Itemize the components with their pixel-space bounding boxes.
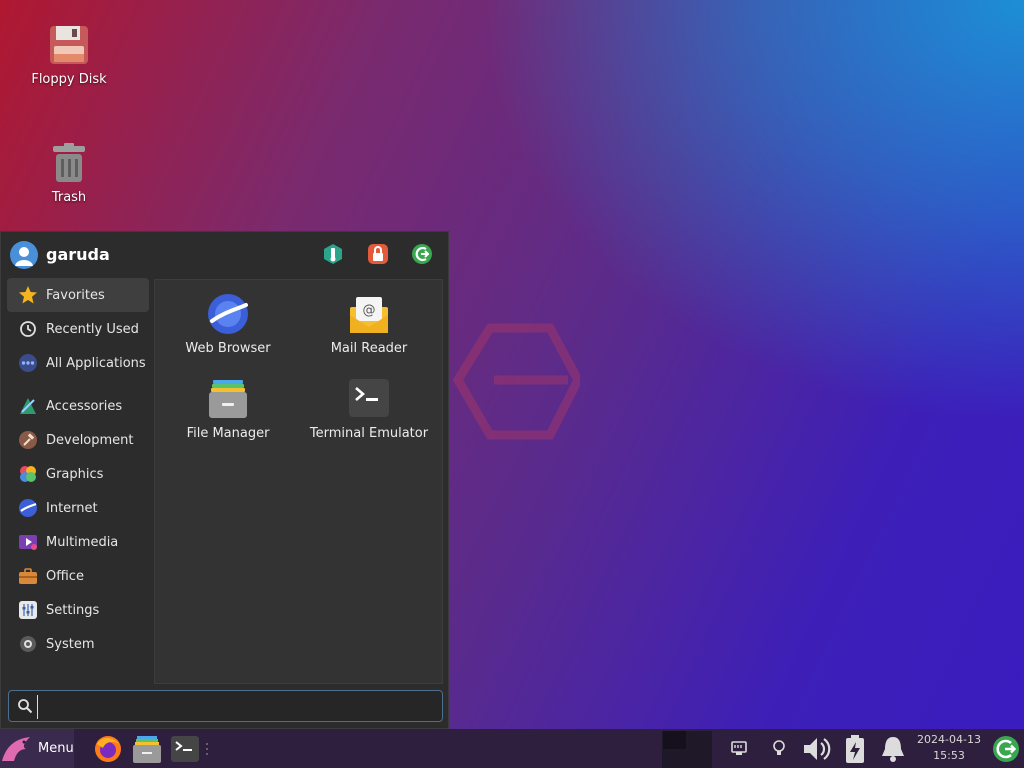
palette-icon: [20, 466, 36, 482]
category-list: Favorites Recently Used All Applications…: [7, 278, 149, 661]
app-web-browser[interactable]: Web Browser: [158, 293, 298, 356]
desktop-icon-label: Trash: [51, 190, 87, 205]
accessories-icon: [20, 398, 36, 414]
launcher-file-manager[interactable]: [132, 734, 162, 764]
battery-charging-icon[interactable]: [844, 734, 866, 764]
menu-label: Menu: [38, 741, 74, 756]
lock-screen-icon: [368, 244, 388, 264]
desktop-icon-floppy-disk[interactable]: Floppy Disk: [14, 24, 124, 87]
garuda-logo-watermark: [452, 323, 580, 440]
application-menu: garuda Favorites Recently Used All Appli…: [0, 231, 449, 729]
launcher-terminal[interactable]: [170, 734, 200, 764]
terminal-emulator-icon: [349, 379, 389, 417]
sliders-icon: [19, 601, 37, 619]
category-recently-used[interactable]: Recently Used: [7, 312, 149, 346]
firefox-icon: [95, 736, 121, 762]
notification-bell-icon[interactable]: [878, 734, 908, 764]
search-box: [8, 690, 443, 722]
category-multimedia[interactable]: Multimedia: [7, 525, 149, 559]
mail-reader-icon: @: [350, 297, 388, 333]
app-mail-reader[interactable]: @ Mail Reader: [299, 293, 439, 356]
workspace-switcher[interactable]: [662, 731, 712, 768]
dots-icon: [19, 354, 37, 372]
category-development[interactable]: Development: [7, 423, 149, 457]
app-file-manager[interactable]: File Manager: [158, 378, 298, 441]
user-name: garuda: [46, 245, 110, 264]
file-manager-icon: [133, 736, 161, 763]
desktop-icon-label: Floppy Disk: [31, 72, 107, 87]
taskbar-separator-handle: [206, 743, 208, 755]
clock[interactable]: 2024-04-13 15:53: [917, 732, 981, 764]
garuda-eagle-icon: [2, 736, 30, 761]
menu-header: garuda: [1, 232, 448, 278]
web-browser-icon: [208, 294, 248, 334]
category-settings[interactable]: Settings: [7, 593, 149, 627]
category-graphics[interactable]: Graphics: [7, 457, 149, 491]
floppy-disk-icon: [50, 26, 88, 64]
app-label: Web Browser: [185, 341, 271, 356]
category-all-applications[interactable]: All Applications: [7, 346, 149, 380]
network-icon[interactable]: [730, 739, 748, 757]
clock-icon: [20, 321, 36, 337]
terminal-icon: [171, 736, 199, 762]
svg-text:@: @: [363, 303, 376, 318]
user-icon: [15, 247, 33, 266]
category-favorites[interactable]: Favorites: [7, 278, 149, 312]
lightbulb-icon[interactable]: [771, 739, 787, 757]
category-internet[interactable]: Internet: [7, 491, 149, 525]
settings-manager-icon: [324, 244, 342, 264]
app-terminal-emulator[interactable]: Terminal Emulator: [299, 378, 439, 441]
trash-icon: [53, 143, 85, 182]
category-accessories[interactable]: Accessories: [7, 389, 149, 423]
globe-icon: [19, 499, 37, 517]
app-label: Terminal Emulator: [309, 426, 429, 441]
app-label: Mail Reader: [330, 341, 408, 356]
settings-manager-button[interactable]: [321, 242, 345, 266]
workspace-1[interactable]: [663, 731, 686, 749]
avatar: [10, 241, 38, 269]
log-out-button[interactable]: [410, 242, 434, 266]
briefcase-icon: [19, 568, 37, 584]
clock-time: 15:53: [933, 749, 965, 762]
log-out-icon[interactable]: [991, 734, 1021, 764]
app-label: File Manager: [186, 426, 270, 441]
star-icon: [19, 286, 37, 304]
lock-screen-button[interactable]: [366, 242, 390, 266]
taskbar: Menu 2024-04-13 15:53: [0, 729, 1024, 768]
gear-icon: [20, 636, 36, 652]
desktop-icon-trash[interactable]: Trash: [14, 142, 124, 205]
category-system[interactable]: System: [7, 627, 149, 661]
file-manager-icon: [209, 380, 247, 418]
clock-date: 2024-04-13: [917, 733, 981, 746]
volume-icon[interactable]: [801, 734, 833, 764]
menu-button[interactable]: Menu: [0, 729, 74, 768]
search-icon: [18, 699, 33, 714]
media-icon: [19, 535, 37, 550]
launcher-web-browser[interactable]: [93, 734, 123, 764]
hammer-icon: [19, 431, 37, 449]
favorites-apps-grid: Web Browser @ Mail Reader File Manager T…: [154, 279, 443, 684]
log-out-icon: [412, 244, 432, 264]
category-office[interactable]: Office: [7, 559, 149, 593]
search-input[interactable]: [37, 695, 440, 719]
